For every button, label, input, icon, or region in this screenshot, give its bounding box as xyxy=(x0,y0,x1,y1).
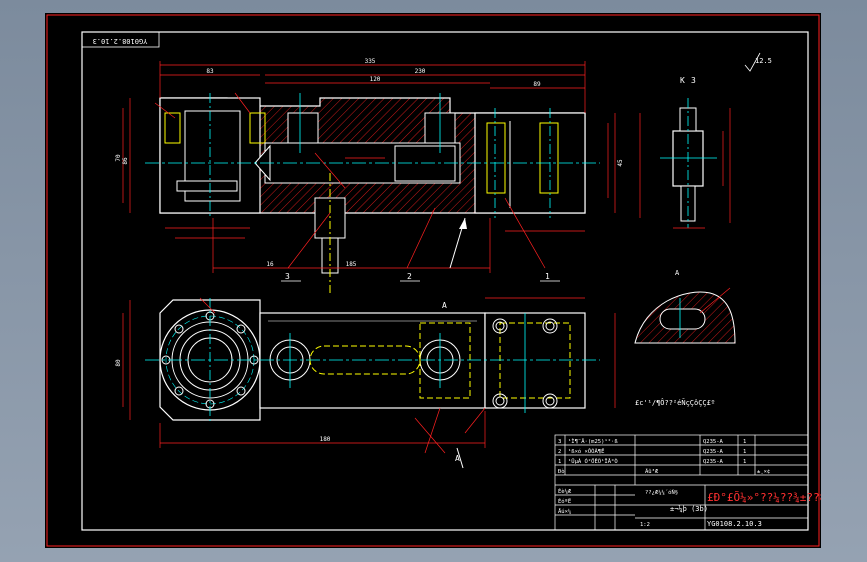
tb-design: Éè¼Æ xyxy=(558,487,572,495)
tb-header-mid: Ãû³Æ xyxy=(645,468,659,475)
callout-2: 2 xyxy=(407,272,412,281)
outer-frame xyxy=(46,14,820,547)
tb-row2-mat: Q235-A xyxy=(703,449,724,455)
front-section-view: 335 230 120 83 89 185 16 86 70 45 3 2 1 … xyxy=(115,58,624,310)
tb-approve: Åú×¼ xyxy=(558,508,571,515)
drawing-sheet: YG0108.2.10.3 335 230 120 83 89 185 16 8… xyxy=(45,13,821,548)
cad-viewport: YG0108.2.10.3 335 230 120 83 89 185 16 8… xyxy=(0,0,867,562)
dim-overall: 335 xyxy=(365,58,376,65)
callout-1: 1 xyxy=(545,272,550,281)
dim-185: 185 xyxy=(346,261,357,268)
tb-check: ÉóºË xyxy=(558,497,571,505)
view-a-bottom: A xyxy=(455,454,460,463)
view-k-label: K xyxy=(680,76,685,85)
dim-180: 180 xyxy=(320,436,331,443)
tb-row1-mat: Q235-A xyxy=(703,459,724,465)
dim-16: 16 xyxy=(266,261,274,268)
dim-230: 230 xyxy=(415,68,426,75)
view-a-label: A xyxy=(675,269,680,277)
dim-120: 120 xyxy=(370,76,381,83)
tb-drawing-no: YG0108.2.10.3 xyxy=(707,520,762,528)
dim-86: 86 xyxy=(122,157,129,165)
tb-scale: 1:2 xyxy=(640,522,650,528)
tb-row1-no: 1 xyxy=(558,459,561,465)
corner-code: YG0108.2.10.3 xyxy=(93,37,148,45)
callout-3: 3 xyxy=(285,272,290,281)
dim-70: 70 xyxy=(115,154,122,162)
dim-83: 83 xyxy=(206,68,214,75)
tb-row2-qty: 1 xyxy=(743,449,746,455)
tb-row1-qty: 1 xyxy=(743,459,746,465)
tb-row2-name: ¹ß×ó ×ÔÓÃ¶Ë xyxy=(568,448,604,455)
tb-header-left: Ðò xyxy=(558,468,565,475)
tb-school: ??¿Æ¼¼´óÑ§ xyxy=(645,489,678,496)
tb-row3-qty: 1 xyxy=(743,439,746,445)
technical-note: £c'¹/¶Ô??²éÑçÇôÇÇ£º xyxy=(635,398,715,407)
k-detail-view: K 3 12.5 xyxy=(639,52,772,229)
view-a-arrow: A xyxy=(442,301,447,310)
svg-text:3: 3 xyxy=(691,76,696,85)
dim-45: 45 xyxy=(617,159,624,167)
dim-80: 80 xyxy=(115,359,122,367)
title-watermark: £Ð°£Õ¼»°??¼??¾±??8¹§ xyxy=(707,491,821,504)
cad-drawing: YG0108.2.10.3 335 230 120 83 89 185 16 8… xyxy=(46,14,821,547)
tb-row1-name: ¹ÜµÀ Ó²ÖÊÕ¹ÏÂ°Ò xyxy=(568,457,618,465)
plan-view: 180 80 A xyxy=(115,297,616,469)
tb-row3-name: ¹Ì¶¨Â·(m25)¹²·ß xyxy=(568,438,618,445)
tb-row3-mat: Q235-A xyxy=(703,439,724,445)
tb-row2-no: 2 xyxy=(558,449,561,455)
a-detail-view: A xyxy=(634,269,736,344)
tb-row3-no: 3 xyxy=(558,439,561,445)
tb-part-name: ±¬¼þ (3b) xyxy=(670,505,708,513)
tb-header-right: ±¸×¢ xyxy=(757,469,770,475)
dim-89: 89 xyxy=(533,81,541,88)
